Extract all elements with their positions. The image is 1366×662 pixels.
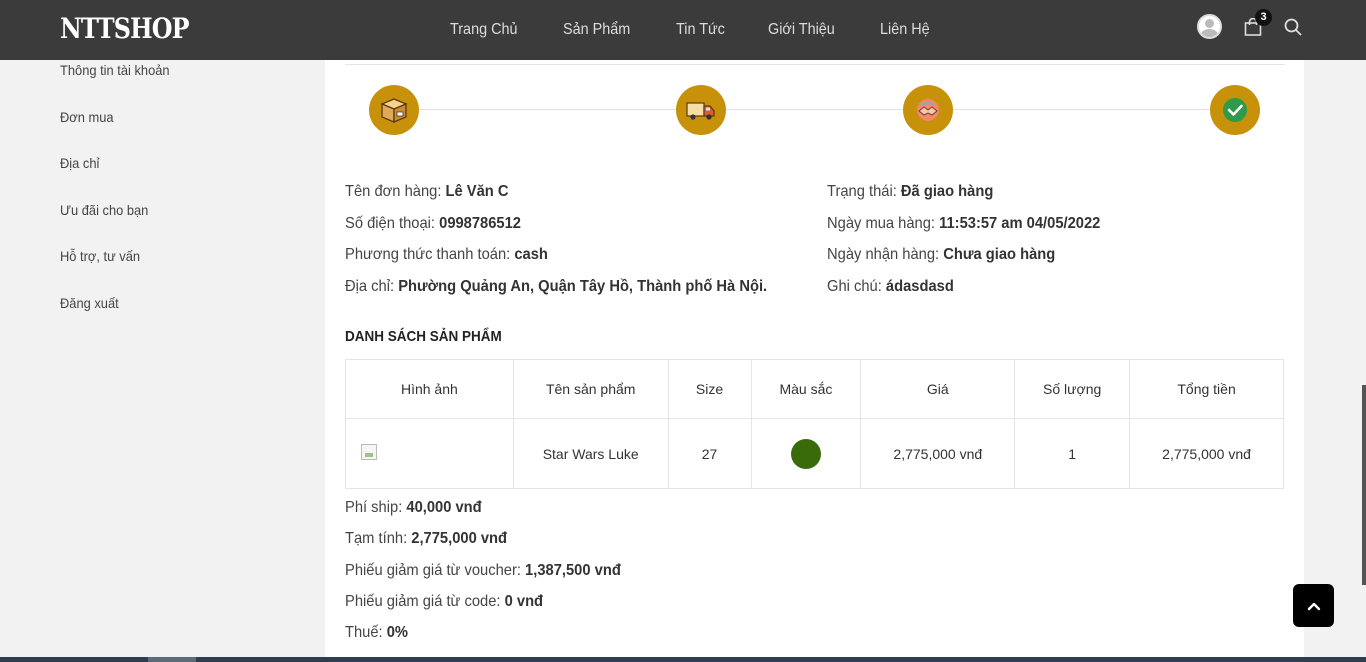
check-circle-icon [1223,98,1247,122]
col-total: Tổng tiền [1129,359,1284,419]
col-image: Hình ảnh [345,359,514,419]
order-info-left: Tên đơn hàng: Lê Văn C Số điện thoại: 09… [345,180,804,306]
order-name: Lê Văn C [445,183,509,200]
sidebar-item-orders[interactable]: Đơn mua [60,107,170,154]
shipping-step [676,85,726,135]
taskbar-strip [0,657,1366,662]
product-table: Hình ảnh Tên sản phẩm Size Màu sắc Giá S… [345,359,1284,489]
subtotal-row: Tạm tính: 2,775,000 vnđ [345,530,508,548]
order-date: 11:53:57 am 04/05/2022 [939,214,1101,232]
code-discount-row: Phiếu giảm giá từ code: 0 vnđ [345,592,544,610]
product-price: 2,775,000 vnđ [860,418,1016,489]
col-price: Giá [860,359,1016,419]
note-row: Ghi chú: ádasdasd [827,277,954,295]
subtotal: 2,775,000 vnđ [411,530,508,548]
order-progress-line [395,109,1235,110]
tax-row: Thuế: 0% [345,624,409,642]
col-quantity: Số lượng [1014,359,1131,419]
sidebar-item-account-info[interactable]: Thông tin tài khoản [60,60,170,107]
order-name-row: Tên đơn hàng: Lê Văn C [345,183,509,200]
scroll-to-top-button[interactable] [1293,584,1334,627]
main-nav: Trang Chủ Sản Phẩm Tin Tức Giới Thiệu Li… [450,0,977,60]
search-icon[interactable] [1284,18,1302,36]
voucher-discount: 1,387,500 vnđ [525,561,621,579]
nav-home[interactable]: Trang Chủ [450,21,518,39]
delivered-step [1210,85,1260,135]
order-detail-panel: Tên đơn hàng: Lê Văn C Số điện thoại: 09… [325,60,1304,662]
top-navbar: NTTSHOP Trang Chủ Sản Phẩm Tin Tức Giới … [0,0,1366,60]
order-note: ádasdasd [885,277,954,295]
order-phone: 0998786512 [439,214,521,232]
address-row: Địa chỉ: Phường Quảng An, Quận Tây Hồ, T… [345,277,768,295]
product-image[interactable] [361,444,378,460]
status-row: Trạng thái: Đã giao hàng [827,183,994,200]
cart-count-badge: 3 [1255,9,1272,26]
divider [345,64,1285,65]
package-box-icon [380,98,408,123]
chevron-up-icon [1307,602,1320,610]
nav-about[interactable]: Giới Thiệu [768,21,835,39]
order-phone-row: Số điện thoại: 0998786512 [345,214,521,232]
product-name: Star Wars Luke [512,418,669,489]
sidebar-item-support[interactable]: Hỗ trợ, tư vấn [60,246,170,293]
payment-method: cash [514,246,548,263]
sidebar-item-logout[interactable]: Đăng xuất [60,293,170,340]
product-total: 2,775,000 vnđ [1129,418,1284,489]
color-swatch [790,438,821,469]
shipping-fee-row: Phí ship: 40,000 vnđ [345,499,482,516]
col-product-name: Tên sản phẩm [512,359,669,419]
voucher-discount-row: Phiếu giảm giá từ voucher: 1,387,500 vnđ [345,561,621,579]
tax-value: 0% [386,624,409,642]
product-quantity: 1 [1014,418,1131,489]
handover-step [903,85,953,135]
product-list-title: DANH SÁCH SẢN PHẨM [345,328,502,345]
user-avatar-icon[interactable] [1197,14,1222,39]
handshake-icon [917,99,939,121]
order-info-right: Trạng thái: Đã giao hàng Ngày mua hàng: … [827,180,1124,306]
product-color-cell [750,418,862,489]
sidebar-item-address[interactable]: Địa chỉ [60,153,170,200]
received-date: Chưa giao hàng [943,246,1056,263]
col-color: Màu sắc [750,359,862,419]
order-address: Phường Quảng An, Quận Tây Hồ, Thành phố … [398,277,768,295]
site-logo[interactable]: NTTSHOP [60,12,190,45]
table-row: Star Wars Luke 27 2,775,000 vnđ 1 2,775,… [345,418,1284,489]
code-discount: 0 vnđ [504,592,544,610]
shipping-fee: 40,000 vnđ [406,499,482,516]
received-date-row: Ngày nhận hàng: Chưa giao hàng [827,246,1056,263]
col-size: Size [667,359,752,419]
product-image-cell [345,418,514,489]
account-sidebar: Thông tin tài khoản Đơn mua Địa chỉ Ưu đ… [60,60,179,339]
order-totals: Phí ship: 40,000 vnđ Tạm tính: 2,775,000… [345,496,645,652]
nav-contact[interactable]: Liên Hệ [880,21,930,39]
nav-products[interactable]: Sản Phẩm [563,21,630,39]
payment-method-row: Phương thức thanh toán: cash [345,246,548,263]
order-status: Đã giao hàng [900,183,994,200]
delivery-truck-icon [686,102,715,120]
product-size: 27 [667,418,752,489]
order-date-row: Ngày mua hàng: 11:53:57 am 04/05/2022 [827,214,1101,232]
nav-news[interactable]: Tin Tức [676,21,725,39]
sidebar-item-offers[interactable]: Ưu đãi cho bạn [60,200,170,247]
order-placed-step [369,85,419,135]
page-scrollbar[interactable] [1362,385,1366,585]
table-header-row: Hình ảnh Tên sản phẩm Size Màu sắc Giá S… [345,359,1284,419]
